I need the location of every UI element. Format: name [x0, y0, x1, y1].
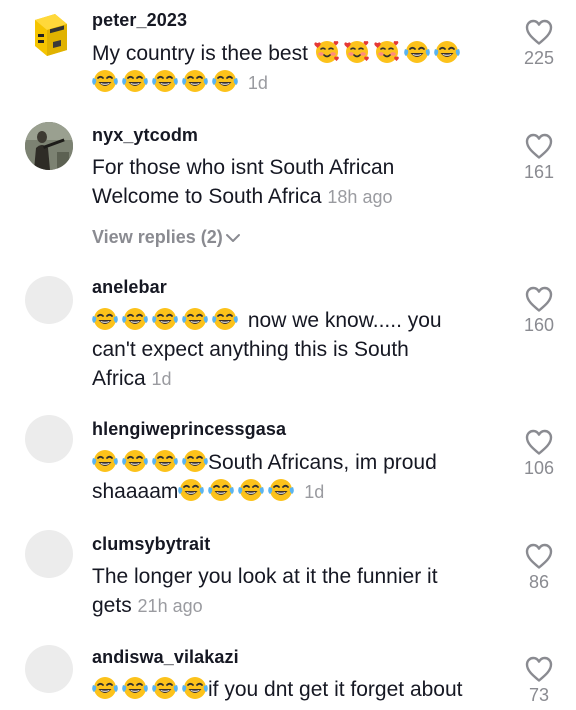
face-with-tears-of-joy-emoji-icon [238, 478, 264, 502]
avatar[interactable] [25, 530, 73, 578]
avatar[interactable] [25, 415, 73, 463]
like-button[interactable]: 106 [518, 428, 560, 479]
comment-item: clumsybytrait The longer you look at it … [0, 530, 576, 645]
comment-item: anelebar now we know..... you can't expe… [0, 265, 576, 410]
comment-username[interactable]: andiswa_vilakazi [92, 647, 239, 668]
face-with-tears-of-joy-emoji-icon [92, 69, 118, 93]
face-with-tears-of-joy-emoji-icon [182, 69, 208, 93]
comment-text-line: Africa [92, 367, 146, 390]
comment-text-line: gets [92, 594, 132, 617]
avatar[interactable] [25, 276, 73, 324]
like-count: 73 [528, 685, 550, 705]
comment-timestamp: 1d [151, 369, 172, 389]
comment-text-line: The longer you look at it the funnier it [92, 565, 438, 588]
face-with-tears-of-joy-emoji-icon [268, 478, 294, 502]
comment-text: The longer you look at it the funnier it… [92, 562, 507, 621]
smiling-face-with-hearts-emoji-icon [344, 40, 370, 64]
like-count: 106 [523, 458, 555, 478]
avatar[interactable] [25, 122, 73, 170]
comment-username[interactable]: hlengiweprincessgasa [92, 419, 286, 440]
avatar[interactable] [25, 10, 73, 58]
like-count: 160 [523, 315, 555, 335]
face-with-tears-of-joy-emoji-icon [152, 69, 178, 93]
comment-text-line: My country is thee best [92, 42, 308, 65]
comment-text-line: For those who isnt South African [92, 156, 395, 179]
soldier-photo-icon [25, 122, 73, 170]
face-with-tears-of-joy-emoji-icon [212, 69, 238, 93]
chevron-down-icon [225, 234, 240, 242]
smiling-face-with-hearts-emoji-icon [314, 40, 340, 64]
comment-timestamp: 1d [247, 73, 268, 93]
comment-text: if you dnt get it forget about [92, 675, 512, 704]
comment-text: My country is thee best 1d [92, 39, 507, 98]
comment-timestamp: 1d [304, 482, 325, 502]
comment-text: South Africans, im proud shaaaam 1d [92, 448, 512, 507]
face-with-tears-of-joy-emoji-icon [122, 69, 148, 93]
face-with-tears-of-joy-emoji-icon [182, 307, 208, 331]
comment-item: hlengiweprincessgasa South Africans, im … [0, 410, 576, 530]
comment-item: peter_2023 My country is thee best 1d 22… [0, 0, 576, 110]
heart-outline-icon [524, 18, 554, 46]
heart-outline-icon [524, 655, 554, 683]
comment-text-line: can't expect anything this is South [92, 338, 409, 361]
like-count: 86 [528, 572, 550, 592]
comment-username[interactable]: nyx_ytcodm [92, 125, 198, 146]
face-with-tears-of-joy-emoji-icon [212, 307, 238, 331]
face-with-tears-of-joy-emoji-icon [404, 40, 430, 64]
like-button[interactable]: 161 [518, 132, 560, 183]
comment-username[interactable]: anelebar [92, 277, 167, 298]
heart-outline-icon [524, 132, 554, 160]
comment-text-line: Welcome to South Africa [92, 185, 322, 208]
face-with-tears-of-joy-emoji-icon [122, 307, 148, 331]
comment-timestamp: 18h ago [327, 187, 393, 207]
face-with-tears-of-joy-emoji-icon [152, 676, 178, 700]
face-with-tears-of-joy-emoji-icon [152, 307, 178, 331]
face-with-tears-of-joy-emoji-icon [92, 676, 118, 700]
avatar[interactable] [25, 645, 73, 693]
like-count: 161 [523, 162, 555, 182]
comment-username[interactable]: peter_2023 [92, 10, 187, 31]
heart-outline-icon [524, 285, 554, 313]
comment-text: now we know..... you can't expect anythi… [92, 306, 507, 394]
face-with-tears-of-joy-emoji-icon [92, 449, 118, 473]
view-replies-button[interactable]: View replies (2) [92, 227, 241, 248]
face-with-tears-of-joy-emoji-icon [122, 676, 148, 700]
face-with-tears-of-joy-emoji-icon [434, 40, 460, 64]
face-with-tears-of-joy-emoji-icon [122, 449, 148, 473]
comment-text-line: South Africans, im proud [208, 451, 437, 474]
face-with-tears-of-joy-emoji-icon [152, 449, 178, 473]
like-button[interactable]: 73 [518, 655, 560, 706]
heart-outline-icon [524, 428, 554, 456]
comment-timestamp: 21h ago [137, 596, 203, 616]
comment-item: nyx_ytcodm For those who isnt South Afri… [0, 110, 576, 265]
like-button[interactable]: 160 [518, 285, 560, 336]
comment-text: For those who isnt South African Welcome… [92, 153, 507, 212]
smiling-face-with-hearts-emoji-icon [374, 40, 400, 64]
like-button[interactable]: 86 [518, 542, 560, 593]
face-with-tears-of-joy-emoji-icon [182, 449, 208, 473]
like-button[interactable]: 225 [518, 18, 560, 69]
view-replies-label: View replies (2) [92, 227, 223, 247]
comment-text-line: now we know..... you [247, 309, 442, 332]
comment-item: andiswa_vilakazi if you dnt get it forge… [0, 645, 576, 710]
face-with-tears-of-joy-emoji-icon [92, 307, 118, 331]
face-with-tears-of-joy-emoji-icon [208, 478, 234, 502]
heart-outline-icon [524, 542, 554, 570]
like-count: 225 [523, 48, 555, 68]
comment-text-line: if you dnt get it forget about [208, 678, 463, 701]
face-with-tears-of-joy-emoji-icon [178, 478, 204, 502]
comment-username[interactable]: clumsybytrait [92, 534, 210, 555]
yellow-box-logo-icon [35, 14, 67, 56]
face-with-tears-of-joy-emoji-icon [182, 676, 208, 700]
comment-text-line: shaaaam [92, 480, 179, 503]
